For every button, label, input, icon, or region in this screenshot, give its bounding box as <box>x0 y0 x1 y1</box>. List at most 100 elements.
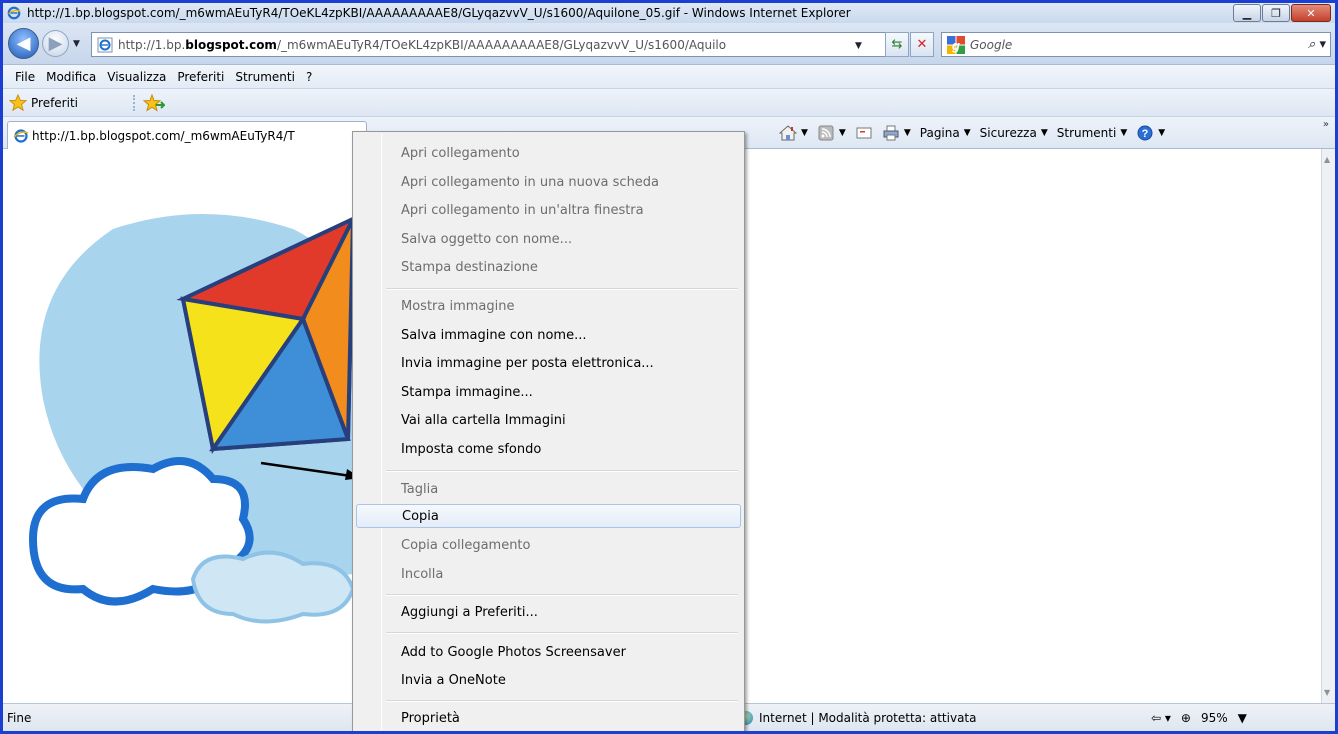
menu-item-properties[interactable]: Proprietà <box>356 706 741 730</box>
menu-item-print-picture[interactable]: Stampa immagine... <box>356 380 741 404</box>
status-right-controls: ⇦ ▾ ⊕ 95% ▼ <box>1151 711 1257 725</box>
url-path: /_m6wmAEuTyR4/TOeKL4zpKBI/AAAAAAAAAE8/GL… <box>276 37 727 52</box>
security-menu-label: Sicurezza <box>979 126 1037 140</box>
menu-item-google-screensaver[interactable]: Add to Google Photos Screensaver <box>356 640 741 664</box>
refresh-button[interactable]: ⇆ <box>885 32 909 57</box>
menu-item-label: Incolla <box>401 566 444 582</box>
menu-help[interactable]: ? <box>306 70 312 84</box>
chevron-down-icon[interactable]: ▼ <box>904 128 911 138</box>
printer-icon <box>883 125 899 141</box>
favorites-button[interactable]: Preferiti <box>9 94 78 112</box>
page-menu-label: Pagina <box>919 126 960 140</box>
chevron-down-icon: ▼ <box>1040 128 1048 138</box>
menu-item-label: Apri collegamento <box>401 145 520 161</box>
zoom-dropdown-icon[interactable]: ▼ <box>1238 711 1247 725</box>
menu-item-copy-link[interactable]: Copia collegamento <box>356 533 741 557</box>
toolbar-overflow-icon[interactable]: » <box>1323 119 1329 130</box>
security-zone[interactable]: Internet | Modalità protetta: attivata <box>739 711 976 725</box>
stop-button[interactable]: ✕ <box>910 32 934 57</box>
restore-icon: ❐ <box>1271 6 1281 20</box>
menu-item-label: Vai alla cartella Immagini <box>401 412 566 428</box>
menu-item-label: Taglia <box>401 481 439 497</box>
home-icon <box>779 125 797 141</box>
menu-item-send-onenote[interactable]: Invia a OneNote <box>356 668 741 692</box>
menu-item-open-new-tab[interactable]: Apri collegamento in una nuova scheda <box>356 170 741 194</box>
url-domain: blogspot.com <box>185 37 277 52</box>
tab-current[interactable]: http://1.bp.blogspot.com/_m6wmAEuTyR4/T <box>7 121 367 149</box>
menu-item-email-picture[interactable]: Invia immagine per posta elettronica... <box>356 351 741 375</box>
ie-logo-icon <box>7 6 21 20</box>
forward-button[interactable]: ▶ <box>42 30 69 57</box>
close-button[interactable]: ✕ <box>1291 4 1331 22</box>
menu-modifica[interactable]: Modifica <box>46 70 96 84</box>
scroll-down-icon[interactable]: ▼ <box>1324 688 1330 697</box>
context-menu: Apri collegamento Apri collegamento in u… <box>352 131 745 731</box>
chevron-down-icon[interactable]: ▼ <box>801 128 808 138</box>
menu-item-open-link[interactable]: Apri collegamento <box>356 141 741 165</box>
menu-item-label: Invia a OneNote <box>401 672 506 688</box>
security-menu[interactable]: Sicurezza ▼ <box>980 126 1048 140</box>
menu-item-show-picture[interactable]: Mostra immagine <box>356 294 741 318</box>
search-icon[interactable]: ⌕ ▾ <box>1308 37 1326 52</box>
help-button[interactable]: ? ▼ <box>1136 124 1165 142</box>
menu-item-pictures-folder[interactable]: Vai alla cartella Immagini <box>356 408 741 432</box>
kite-image[interactable] <box>3 149 383 703</box>
address-dropdown-icon[interactable]: ▼ <box>855 41 862 51</box>
zoom-level[interactable]: 95% <box>1201 711 1228 725</box>
tab-title: http://1.bp.blogspot.com/_m6wmAEuTyR4/T <box>32 128 295 143</box>
title-bar: http://1.bp.blogspot.com/_m6wmAEuTyR4/TO… <box>3 3 1335 23</box>
forward-arrow-icon: ▶ <box>48 33 63 54</box>
window-title: http://1.bp.blogspot.com/_m6wmAEuTyR4/TO… <box>27 6 851 20</box>
vertical-scrollbar[interactable]: ▲ ▼ <box>1321 149 1335 703</box>
mail-button[interactable] <box>855 124 873 142</box>
print-button[interactable]: ▼ <box>882 124 911 142</box>
menu-item-set-background[interactable]: Imposta come sfondo <box>356 437 741 461</box>
menu-item-label: Stampa immagine... <box>401 384 533 400</box>
menu-strumenti[interactable]: Strumenti <box>235 70 295 84</box>
page-menu[interactable]: Pagina ▼ <box>920 126 971 140</box>
menu-item-label: Salva oggetto con nome... <box>401 231 573 247</box>
home-button[interactable]: ▼ <box>779 124 808 142</box>
favorites-bar: Preferiti <box>3 89 1335 117</box>
menu-item-save-target[interactable]: Salva oggetto con nome... <box>356 227 741 251</box>
popup-blocker-icon[interactable]: ⇦ ▾ <box>1151 711 1171 725</box>
chevron-down-icon: ▼ <box>1158 128 1166 138</box>
stop-icon: ✕ <box>916 37 928 52</box>
chevron-down-icon[interactable]: ▼ <box>839 128 846 138</box>
search-input[interactable]: g Google ⌕ ▾ <box>941 32 1331 57</box>
feeds-button[interactable]: ▼ <box>817 124 846 142</box>
menu-preferiti[interactable]: Preferiti <box>177 70 224 84</box>
navigation-bar: ◀ ▶ ▼ http://1.bp. blogspot.com/_m6wmAEuT… <box>3 23 1335 65</box>
menu-file[interactable]: File <box>15 70 35 84</box>
minimize-button[interactable]: ▁ <box>1233 4 1261 22</box>
menu-item-label: Stampa destinazione <box>401 259 538 275</box>
back-button[interactable]: ◀ <box>8 28 39 59</box>
mail-icon <box>856 127 872 139</box>
menu-visualizza[interactable]: Visualizza <box>107 70 166 84</box>
menu-item-paste[interactable]: Incolla <box>356 562 741 586</box>
maximize-button[interactable]: ❐ <box>1262 4 1290 22</box>
recent-pages-dropdown-icon[interactable]: ▼ <box>73 39 80 49</box>
search-placeholder: Google <box>970 37 1013 52</box>
menu-item-cut[interactable]: Taglia <box>356 477 741 501</box>
menu-item-copy[interactable]: Copia <box>356 504 741 528</box>
address-bar[interactable]: http://1.bp. blogspot.com/_m6wmAEuTyR4/TO… <box>91 32 909 57</box>
annotation-arrow-icon <box>260 461 361 480</box>
star-icon <box>9 94 27 112</box>
scroll-up-icon[interactable]: ▲ <box>1324 155 1330 164</box>
tools-menu[interactable]: Strumenti ▼ <box>1057 126 1128 140</box>
menu-item-open-new-window[interactable]: Apri collegamento in un'altra finestra <box>356 198 741 222</box>
svg-text:g: g <box>951 38 960 53</box>
window-controls: ▁ ❐ ✕ <box>1232 4 1331 22</box>
zoom-icon[interactable]: ⊕ <box>1181 711 1191 725</box>
menu-item-save-picture[interactable]: Salva immagine con nome... <box>356 323 741 347</box>
google-icon: g <box>947 36 965 54</box>
menu-item-label: Copia <box>402 508 439 524</box>
add-favorite-icon[interactable] <box>143 94 165 112</box>
menu-item-print-target[interactable]: Stampa destinazione <box>356 255 741 279</box>
menu-item-label: Salva immagine con nome... <box>401 327 587 343</box>
menu-item-label: Proprietà <box>401 710 460 726</box>
menu-item-add-favorites[interactable]: Aggiungi a Preferiti... <box>356 600 741 624</box>
browser-window: http://1.bp.blogspot.com/_m6wmAEuTyR4/TO… <box>3 3 1335 731</box>
chevron-down-icon: ▼ <box>963 128 971 138</box>
